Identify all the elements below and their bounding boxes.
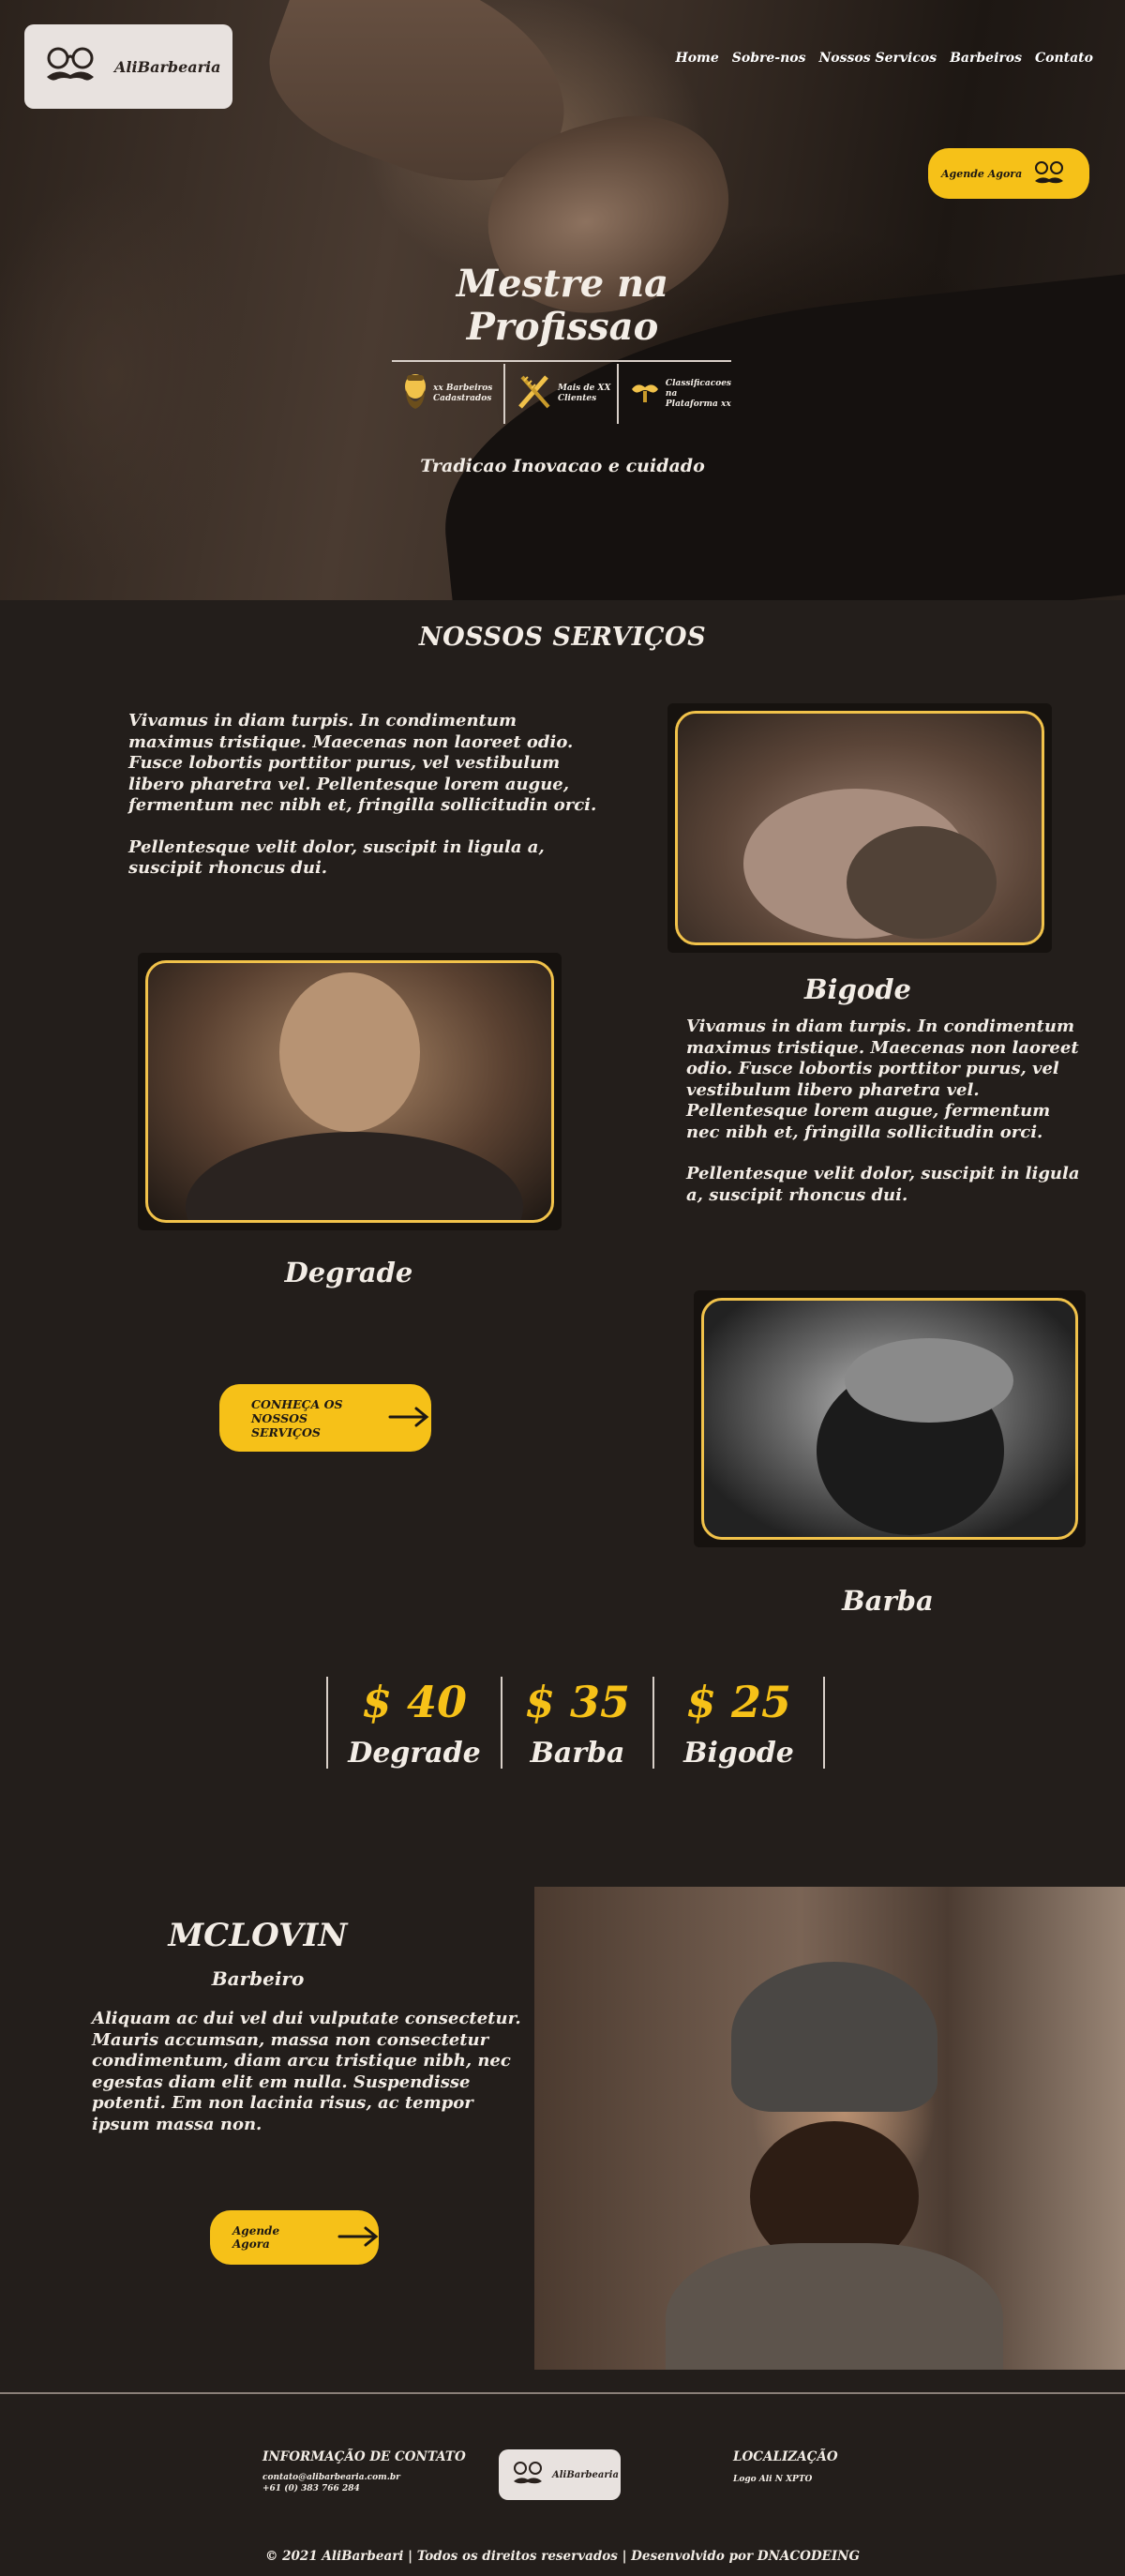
price-barba-name: Barba — [530, 1737, 625, 1770]
price-barba-value: $ 35 — [524, 1677, 631, 1727]
price-degrade-name: Degrade — [348, 1737, 481, 1770]
barber-bio: Aliquam ac dui vel dui vulputate consect… — [92, 2009, 521, 2134]
barber-name: MCLOVIN — [168, 1917, 348, 1954]
bearded-man-icon — [403, 371, 428, 416]
glasses-mustache-icon — [41, 43, 107, 90]
footer-divider — [0, 2392, 1125, 2394]
glasses-mustache-icon — [510, 2459, 548, 2491]
hero-book-label: Agende Agora — [941, 167, 1023, 180]
footer-location-title: LOCALIZAÇÃO — [733, 2449, 838, 2464]
price-degrade-value: $ 40 — [361, 1677, 468, 1727]
nav-barbeiros[interactable]: Barbeiros — [950, 51, 1022, 66]
barber-photo — [534, 1887, 1125, 2370]
footer-contact-title: INFORMAÇÃO DE CONTATO — [262, 2449, 466, 2464]
stat-barbeiros: xx Barbeiros Cadastrados — [392, 364, 505, 424]
price-divider — [823, 1677, 825, 1769]
footer-copyright: © 2021 AliBarbeari | Todos os direitos r… — [264, 2549, 861, 2564]
razor-comb-icon — [517, 373, 552, 414]
degrade-title: Degrade — [284, 1257, 413, 1288]
footer-phone: +61 (0) 383 766 284 — [262, 2484, 360, 2493]
hero-title: Mestre na Profissao — [375, 263, 750, 349]
brand-logo[interactable]: AliBarbearia — [24, 24, 232, 109]
hero-book-button[interactable]: Agende Agora — [928, 148, 1089, 199]
bigode-p2: Pellentesque velit dolor, suscipit in li… — [686, 1164, 1080, 1205]
barber-book-button[interactable]: Agende Agora — [210, 2210, 379, 2265]
bigode-title: Bigode — [804, 973, 911, 1005]
glasses-mustache-icon — [1031, 158, 1069, 189]
footer-address: Logo Ali N XPTO — [733, 2475, 813, 2484]
price-bigode-value: $ 25 — [685, 1677, 792, 1727]
footer-logo[interactable]: AliBarbearia — [499, 2449, 621, 2500]
arrow-right-icon — [388, 1406, 429, 1431]
hero-divider — [392, 360, 731, 362]
stat-classificacoes: Classificacoes na Plataforma xx — [619, 364, 731, 424]
barba-title: Barba — [842, 1585, 934, 1617]
hero-stats: xx Barbeiros Cadastrados Mais de XX Clie… — [392, 364, 731, 424]
stat-classificacoes-text: Classificacoes na Plataforma xx — [665, 378, 732, 409]
nav-nossos-servicos[interactable]: Nossos Servicos — [819, 51, 938, 66]
services-cta-button[interactable]: CONHEÇA OS NOSSOS SERVIÇOS — [219, 1384, 431, 1452]
price-bigode-name: Bigode — [683, 1737, 794, 1770]
footer-contact: INFORMAÇÃO DE CONTATO contato@alibarbear… — [262, 2449, 488, 2494]
mustache-icon — [630, 378, 660, 410]
nav-home[interactable]: Home — [675, 51, 718, 66]
stat-barbeiros-text: xx Barbeiros Cadastrados — [433, 384, 493, 403]
nav-sobre-nos[interactable]: Sobre-nos — [732, 51, 806, 66]
main-nav: Home Sobre-nos Nossos Servicos Barbeiros… — [675, 51, 1093, 66]
services-title: NOSSOS SERVIÇOS — [418, 623, 707, 652]
footer-brand-name: AliBarbearia — [552, 2469, 619, 2480]
bigode-photo — [668, 703, 1052, 953]
services-intro-p1: Vivamus in diam turpis. In condimentum m… — [128, 711, 597, 815]
arrow-right-icon — [338, 2225, 379, 2251]
hero-title-line1: Mestre na — [456, 262, 669, 306]
hero-tagline: Tradicao Inovacao e cuidado — [420, 456, 705, 476]
nav-contato[interactable]: Contato — [1035, 51, 1093, 66]
footer-location: LOCALIZAÇÃO Logo Ali N XPTO — [733, 2449, 921, 2485]
stat-clientes-text: Mais de XX Clientes — [557, 384, 611, 403]
degrade-photo — [138, 953, 562, 1230]
brand-name: AliBarbearia — [114, 57, 221, 76]
bigode-p1: Vivamus in diam turpis. In condimentum m… — [686, 1017, 1079, 1142]
barber-book-label: Agende Agora — [232, 2224, 280, 2251]
bigode-description: Vivamus in diam turpis. In condimentum m… — [686, 1017, 1080, 1206]
services-intro-p2: Pellentesque velit dolor, suscipit in li… — [128, 836, 545, 879]
stat-clientes: Mais de XX Clientes — [505, 364, 619, 424]
barber-role: Barbeiro — [211, 1967, 305, 1990]
barba-photo — [694, 1290, 1086, 1547]
services-cta-label: CONHEÇA OS NOSSOS SERVIÇOS — [251, 1396, 343, 1439]
services-intro: Vivamus in diam turpis. In condimentum m… — [128, 711, 597, 880]
footer-email[interactable]: contato@alibarbearia.com.br — [262, 2472, 488, 2483]
hero-title-line2: Profissao — [466, 305, 659, 349]
